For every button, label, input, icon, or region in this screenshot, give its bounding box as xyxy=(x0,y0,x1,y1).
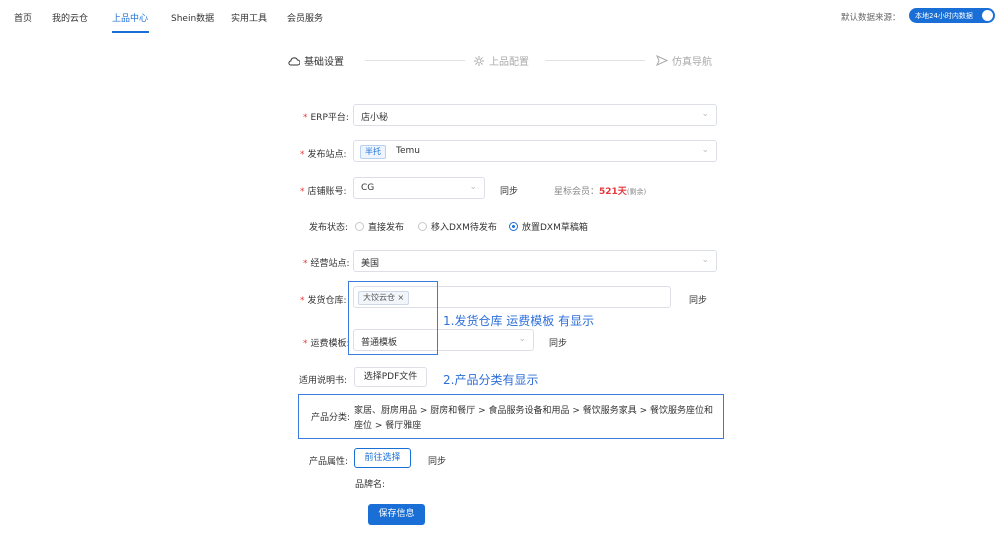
data-source-toggle[interactable]: 本地24小时内数据 xyxy=(909,8,995,23)
member-suffix: (剩余) xyxy=(626,188,647,196)
freight-sync-button[interactable]: 同步 xyxy=(549,336,567,349)
member-days: 521天 xyxy=(599,187,627,197)
step-upload-config[interactable]: 上品配置 xyxy=(473,53,529,68)
nav-item-membership[interactable]: 会员服务 xyxy=(287,11,323,24)
nav-item-tools[interactable]: 实用工具 xyxy=(231,11,267,24)
radio-checked-icon xyxy=(509,222,518,231)
annotation-highlight-box xyxy=(348,281,438,355)
erp-label: * ERP平台: xyxy=(303,113,349,123)
attrs-sync-button[interactable]: 同步 xyxy=(428,454,446,467)
send-icon xyxy=(656,55,668,66)
site-select[interactable]: 半托 Temu ⌄ xyxy=(353,140,717,162)
status-option-draft[interactable]: 放置DXM草稿箱 xyxy=(509,220,588,233)
category-label: 产品分类: xyxy=(311,413,351,423)
step-label: 上品配置 xyxy=(489,57,529,68)
warehouse-sync-button[interactable]: 同步 xyxy=(689,293,707,306)
radio-icon xyxy=(418,222,427,231)
shop-label: * 店铺账号: xyxy=(300,187,347,197)
attrs-label: 产品属性: xyxy=(309,457,349,467)
step-connector xyxy=(545,60,645,61)
cloud-icon xyxy=(288,56,300,65)
manual-label: 适用说明书: xyxy=(299,376,348,386)
status-option-pending[interactable]: 移入DXM待发布 xyxy=(418,220,497,233)
warehouse-label: * 发货仓库: xyxy=(300,296,347,306)
step-sim-nav[interactable]: 仿真导航 xyxy=(656,53,712,68)
annotation-note-1: 1.发货仓库 运费模板 有显示 xyxy=(443,314,595,328)
nav-item-cloud-warehouse[interactable]: 我的云仓 xyxy=(52,11,88,24)
site-label: * 发布站点: xyxy=(300,150,347,160)
shop-sync-button[interactable]: 同步 xyxy=(500,184,518,197)
ops-site-select[interactable]: 美国 ⌄ xyxy=(353,250,717,272)
choose-pdf-button[interactable]: 选择PDF文件 xyxy=(354,367,427,387)
status-option-direct[interactable]: 直接发布 xyxy=(355,220,404,233)
step-basic-settings[interactable]: 基础设置 xyxy=(288,53,344,68)
status-label: 发布状态: xyxy=(309,223,349,233)
data-source-label: 默认数据来源： xyxy=(841,13,901,23)
member-info: 星标会员：521天(剩余) xyxy=(554,187,647,197)
step-label: 仿真导航 xyxy=(672,57,712,68)
save-button[interactable]: 保存信息 xyxy=(368,504,425,525)
chevron-down-icon: ⌄ xyxy=(518,334,526,344)
goto-select-button[interactable]: 前往选择 xyxy=(354,448,411,468)
ops-site-label: * 经营站点: xyxy=(303,259,350,269)
data-source-value: 本地24小时内数据 xyxy=(915,12,973,20)
freight-label: * 运费模板: xyxy=(303,339,350,349)
ops-site-value: 美国 xyxy=(361,259,380,269)
brand-label: 品牌名: xyxy=(355,480,386,490)
step-connector xyxy=(365,60,465,61)
chevron-down-icon: ⌄ xyxy=(701,145,709,155)
shop-value: CG xyxy=(361,183,375,193)
category-path: 家居、厨房用品 > 厨房和餐厅 > 食品服务设备和用品 > 餐饮服务家具 > 餐… xyxy=(354,406,714,431)
top-nav: 首页 我的云仓 上品中心 Shein数据 实用工具 会员服务 默认数据来源： 本… xyxy=(0,0,1000,36)
chevron-down-icon: ⌄ xyxy=(701,255,709,265)
radio-icon xyxy=(355,222,364,231)
site-type-tag: 半托 xyxy=(360,145,386,159)
site-value: Temu xyxy=(396,146,420,156)
nav-item-shein-data[interactable]: Shein数据 xyxy=(171,11,214,24)
chevron-down-icon: ⌄ xyxy=(469,182,477,192)
step-label: 基础设置 xyxy=(304,57,344,68)
nav-active-underline xyxy=(112,31,149,33)
chevron-down-icon: ⌄ xyxy=(701,109,709,119)
gear-icon xyxy=(474,55,484,66)
nav-item-home[interactable]: 首页 xyxy=(14,11,32,24)
nav-item-product-center[interactable]: 上品中心 xyxy=(112,11,148,24)
erp-select[interactable]: 店小秘 ⌄ xyxy=(353,104,717,126)
shop-select[interactable]: CG ⌄ xyxy=(353,177,485,199)
erp-value: 店小秘 xyxy=(361,113,389,123)
annotation-note-2: 2.产品分类有显示 xyxy=(443,373,539,387)
toggle-knob xyxy=(982,10,993,21)
